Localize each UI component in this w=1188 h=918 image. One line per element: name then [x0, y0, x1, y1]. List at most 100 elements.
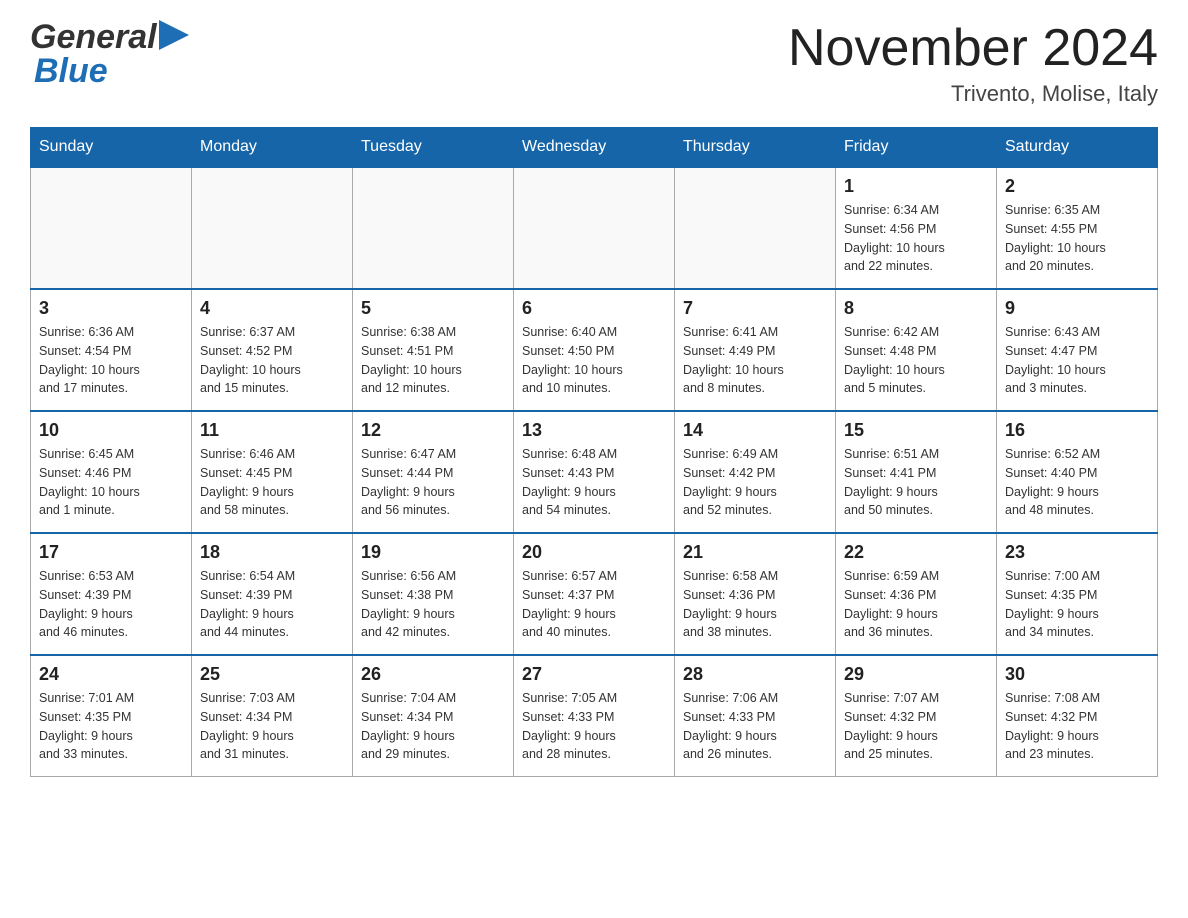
day-info: Sunrise: 7:06 AM Sunset: 4:33 PM Dayligh…: [683, 689, 827, 764]
table-row: 11 Sunrise: 6:46 AM Sunset: 4:45 PM Dayli…: [192, 411, 353, 533]
day-info: Sunrise: 6:57 AM Sunset: 4:37 PM Dayligh…: [522, 567, 666, 642]
logo: General Blue: [30, 20, 189, 91]
day-info: Sunrise: 6:56 AM Sunset: 4:38 PM Dayligh…: [361, 567, 505, 642]
logo-blue-text: Blue: [34, 52, 108, 90]
calendar-week-row: 3Sunrise: 6:36 AM Sunset: 4:54 PM Daylig…: [31, 289, 1158, 411]
day-number: 5: [361, 298, 505, 319]
header-wednesday: Wednesday: [514, 128, 675, 168]
day-number: 17: [39, 542, 183, 563]
table-row: 16 Sunrise: 6:52 AM Sunset: 4:40 PM Dayli…: [997, 411, 1158, 533]
calendar-subtitle: Trivento, Molise, Italy: [788, 81, 1158, 107]
day-number: 27: [522, 664, 666, 685]
table-row: 22 Sunrise: 6:59 AM Sunset: 4:36 PM Dayli…: [836, 533, 997, 655]
logo-arrow-icon: [159, 20, 189, 50]
day-number: 8: [844, 298, 988, 319]
table-row: 21 Sunrise: 6:58 AM Sunset: 4:36 PM Dayli…: [675, 533, 836, 655]
day-number: 29: [844, 664, 988, 685]
day-info: Sunrise: 6:43 AM Sunset: 4:47 PM Dayligh…: [1005, 323, 1149, 398]
day-number: 4: [200, 298, 344, 319]
day-number: 11: [200, 420, 344, 441]
day-number: 24: [39, 664, 183, 685]
table-row: [514, 167, 675, 289]
header-thursday: Thursday: [675, 128, 836, 168]
page-header: General Blue November 2024 Trivento, Mol…: [30, 20, 1158, 107]
day-number: 1: [844, 176, 988, 197]
day-number: 22: [844, 542, 988, 563]
table-row: 15 Sunrise: 6:51 AM Sunset: 4:41 PM Dayli…: [836, 411, 997, 533]
table-row: 1Sunrise: 6:34 AM Sunset: 4:56 PM Daylig…: [836, 167, 997, 289]
table-row: 8 Sunrise: 6:42 AM Sunset: 4:48 PM Daylig…: [836, 289, 997, 411]
table-row: 17Sunrise: 6:53 AM Sunset: 4:39 PM Dayli…: [31, 533, 192, 655]
table-row: 24 Sunrise: 7:01 AM Sunset: 4:35 PM Dayli…: [31, 655, 192, 777]
day-info: Sunrise: 6:51 AM Sunset: 4:41 PM Dayligh…: [844, 445, 988, 520]
header-friday: Friday: [836, 128, 997, 168]
day-number: 12: [361, 420, 505, 441]
day-info: Sunrise: 6:45 AM Sunset: 4:46 PM Dayligh…: [39, 445, 183, 520]
table-row: 12 Sunrise: 6:47 AM Sunset: 4:44 PM Dayli…: [353, 411, 514, 533]
day-info: Sunrise: 6:58 AM Sunset: 4:36 PM Dayligh…: [683, 567, 827, 642]
table-row: 19 Sunrise: 6:56 AM Sunset: 4:38 PM Dayli…: [353, 533, 514, 655]
day-number: 23: [1005, 542, 1149, 563]
day-info: Sunrise: 7:01 AM Sunset: 4:35 PM Dayligh…: [39, 689, 183, 764]
day-number: 14: [683, 420, 827, 441]
day-number: 9: [1005, 298, 1149, 319]
day-number: 16: [1005, 420, 1149, 441]
day-number: 15: [844, 420, 988, 441]
day-number: 18: [200, 542, 344, 563]
day-info: Sunrise: 7:08 AM Sunset: 4:32 PM Dayligh…: [1005, 689, 1149, 764]
table-row: 9 Sunrise: 6:43 AM Sunset: 4:47 PM Daylig…: [997, 289, 1158, 411]
day-info: Sunrise: 6:47 AM Sunset: 4:44 PM Dayligh…: [361, 445, 505, 520]
day-info: Sunrise: 7:03 AM Sunset: 4:34 PM Dayligh…: [200, 689, 344, 764]
header-tuesday: Tuesday: [353, 128, 514, 168]
day-number: 6: [522, 298, 666, 319]
day-info: Sunrise: 6:46 AM Sunset: 4:45 PM Dayligh…: [200, 445, 344, 520]
day-number: 2: [1005, 176, 1149, 197]
table-row: 6 Sunrise: 6:40 AM Sunset: 4:50 PM Daylig…: [514, 289, 675, 411]
day-info: Sunrise: 7:04 AM Sunset: 4:34 PM Dayligh…: [361, 689, 505, 764]
table-row: 4Sunrise: 6:37 AM Sunset: 4:52 PM Daylig…: [192, 289, 353, 411]
day-number: 13: [522, 420, 666, 441]
table-row: 29Sunrise: 7:07 AM Sunset: 4:32 PM Dayli…: [836, 655, 997, 777]
table-row: 18Sunrise: 6:54 AM Sunset: 4:39 PM Dayli…: [192, 533, 353, 655]
day-info: Sunrise: 6:42 AM Sunset: 4:48 PM Dayligh…: [844, 323, 988, 398]
header-monday: Monday: [192, 128, 353, 168]
day-info: Sunrise: 6:48 AM Sunset: 4:43 PM Dayligh…: [522, 445, 666, 520]
weekday-header-row: Sunday Monday Tuesday Wednesday Thursday…: [31, 128, 1158, 168]
day-number: 10: [39, 420, 183, 441]
day-info: Sunrise: 7:00 AM Sunset: 4:35 PM Dayligh…: [1005, 567, 1149, 642]
day-info: Sunrise: 6:40 AM Sunset: 4:50 PM Dayligh…: [522, 323, 666, 398]
day-number: 25: [200, 664, 344, 685]
calendar-title: November 2024: [788, 20, 1158, 77]
day-number: 30: [1005, 664, 1149, 685]
day-info: Sunrise: 6:41 AM Sunset: 4:49 PM Dayligh…: [683, 323, 827, 398]
calendar-week-row: 24 Sunrise: 7:01 AM Sunset: 4:35 PM Dayli…: [31, 655, 1158, 777]
calendar-table: Sunday Monday Tuesday Wednesday Thursday…: [30, 127, 1158, 777]
table-row: 14 Sunrise: 6:49 AM Sunset: 4:42 PM Dayli…: [675, 411, 836, 533]
table-row: 2 Sunrise: 6:35 AM Sunset: 4:55 PM Daylig…: [997, 167, 1158, 289]
day-info: Sunrise: 6:59 AM Sunset: 4:36 PM Dayligh…: [844, 567, 988, 642]
table-row: 13 Sunrise: 6:48 AM Sunset: 4:43 PM Dayli…: [514, 411, 675, 533]
table-row: 7 Sunrise: 6:41 AM Sunset: 4:49 PM Daylig…: [675, 289, 836, 411]
table-row: 26Sunrise: 7:04 AM Sunset: 4:34 PM Dayli…: [353, 655, 514, 777]
table-row: 20Sunrise: 6:57 AM Sunset: 4:37 PM Dayli…: [514, 533, 675, 655]
day-info: Sunrise: 6:35 AM Sunset: 4:55 PM Dayligh…: [1005, 201, 1149, 276]
day-number: 19: [361, 542, 505, 563]
day-number: 28: [683, 664, 827, 685]
table-row: [353, 167, 514, 289]
day-number: 7: [683, 298, 827, 319]
table-row: 27 Sunrise: 7:05 AM Sunset: 4:33 PM Dayli…: [514, 655, 675, 777]
day-number: 3: [39, 298, 183, 319]
calendar-week-row: 1Sunrise: 6:34 AM Sunset: 4:56 PM Daylig…: [31, 167, 1158, 289]
day-info: Sunrise: 6:52 AM Sunset: 4:40 PM Dayligh…: [1005, 445, 1149, 520]
calendar-week-row: 10 Sunrise: 6:45 AM Sunset: 4:46 PM Dayli…: [31, 411, 1158, 533]
table-row: 30 Sunrise: 7:08 AM Sunset: 4:32 PM Dayli…: [997, 655, 1158, 777]
table-row: 28 Sunrise: 7:06 AM Sunset: 4:33 PM Dayli…: [675, 655, 836, 777]
table-row: [31, 167, 192, 289]
day-number: 21: [683, 542, 827, 563]
calendar-week-row: 17Sunrise: 6:53 AM Sunset: 4:39 PM Dayli…: [31, 533, 1158, 655]
day-info: Sunrise: 6:38 AM Sunset: 4:51 PM Dayligh…: [361, 323, 505, 398]
day-info: Sunrise: 7:05 AM Sunset: 4:33 PM Dayligh…: [522, 689, 666, 764]
table-row: 10 Sunrise: 6:45 AM Sunset: 4:46 PM Dayli…: [31, 411, 192, 533]
day-info: Sunrise: 6:49 AM Sunset: 4:42 PM Dayligh…: [683, 445, 827, 520]
table-row: [675, 167, 836, 289]
